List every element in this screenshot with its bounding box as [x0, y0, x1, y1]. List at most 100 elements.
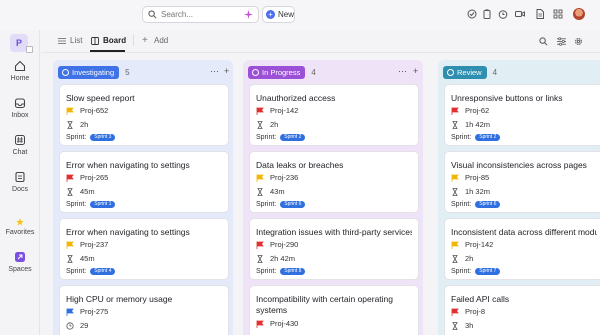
- task-id-row: Proj-652: [66, 106, 108, 115]
- task-card[interactable]: Unauthorized access Proj-142 2h Sprint: S…: [249, 84, 419, 146]
- board-column-in-progress: In Progress 4 ⋯ + Unauthorized access Pr…: [243, 60, 423, 335]
- search-input[interactable]: Search...: [142, 6, 259, 23]
- document-icon[interactable]: [535, 9, 545, 19]
- sidebar-item-home[interactable]: Home: [0, 60, 40, 82]
- new-button[interactable]: + New: [262, 6, 295, 23]
- more-options-icon[interactable]: ⋯: [398, 66, 407, 77]
- time-estimate: 29: [80, 321, 89, 330]
- more-options-icon[interactable]: ⋯: [210, 66, 219, 77]
- clipboard-icon[interactable]: [482, 9, 492, 19]
- add-task-icon[interactable]: +: [413, 66, 418, 76]
- task-card[interactable]: Error when navigating to settings Proj-2…: [59, 151, 229, 213]
- grid-apps-icon[interactable]: [553, 9, 563, 19]
- sprint-row: Sprint: Sprint 6: [256, 201, 306, 208]
- task-id: Proj-652: [80, 106, 109, 115]
- time-estimate: 45m: [80, 187, 95, 196]
- sprint-tag[interactable]: Sprint 6: [475, 201, 501, 208]
- user-avatar[interactable]: [573, 8, 585, 20]
- add-view-button[interactable]: + Add: [142, 35, 168, 45]
- sprint-row: Sprint: Sprint 6: [451, 201, 501, 208]
- status-icon: [252, 69, 259, 76]
- sprint-tag[interactable]: Sprint 2: [475, 134, 501, 141]
- task-card[interactable]: Slow speed report Proj-652 2h Sprint: Spr…: [59, 84, 229, 146]
- hourglass-icon: [257, 254, 263, 263]
- tab-list[interactable]: List: [58, 36, 82, 45]
- filter-sliders-icon[interactable]: [557, 37, 566, 46]
- task-id-row: Proj-142: [256, 106, 298, 115]
- task-id-row: Proj-85: [451, 173, 489, 182]
- time-estimate: 2h: [80, 120, 89, 129]
- task-card[interactable]: Unresponsive buttons or links Proj-62 1h…: [444, 84, 600, 146]
- search-placeholder: Search...: [161, 10, 194, 19]
- sprint-tag[interactable]: Sprint 7: [475, 268, 501, 275]
- hourglass-icon: [257, 187, 263, 196]
- hourglass-icon: [67, 187, 73, 196]
- board-column-review: Review 4 Unresponsive buttons or links P…: [438, 60, 600, 335]
- sidebar-item-favorites[interactable]: Favorites: [0, 218, 40, 236]
- task-card[interactable]: Inconsistent data across different modul…: [444, 218, 600, 280]
- time-estimate: 1h 42m: [465, 120, 491, 129]
- new-button-label: New: [277, 10, 294, 19]
- sprint-label: Sprint:: [451, 201, 472, 208]
- status-badge[interactable]: In Progress: [248, 66, 306, 79]
- tab-board-label: Board: [103, 36, 127, 45]
- star-icon: [16, 218, 24, 226]
- task-id: Proj-265: [80, 173, 109, 182]
- ai-sparkle-icon[interactable]: [244, 10, 253, 19]
- sprint-tag[interactable]: Sprint 3: [90, 134, 116, 141]
- clock-icon[interactable]: [498, 9, 508, 19]
- sprint-tag[interactable]: Sprint 8: [280, 268, 306, 275]
- sprint-label: Sprint:: [256, 268, 277, 275]
- estimate-row: 3h: [451, 321, 473, 330]
- task-card[interactable]: High CPU or memory usage Proj-275 29: [59, 285, 229, 335]
- sprint-tag[interactable]: Sprint 4: [90, 268, 116, 275]
- time-estimate: 2h: [465, 254, 474, 263]
- sprint-tag[interactable]: Sprint 2: [280, 134, 306, 141]
- video-icon[interactable]: [515, 9, 525, 19]
- task-card[interactable]: Incompatibility with certain operating s…: [249, 285, 419, 335]
- status-badge[interactable]: Review: [443, 66, 487, 79]
- sprint-row: Sprint: Sprint 2: [256, 134, 306, 141]
- task-card[interactable]: Data leaks or breaches Proj-236 43m Spri…: [249, 151, 419, 213]
- task-card[interactable]: Integration issues with third-party serv…: [249, 218, 419, 280]
- task-title: Incompatibility with certain operating s…: [256, 294, 394, 315]
- task-title: Unresponsive buttons or links: [451, 93, 563, 103]
- sidebar-item-spaces[interactable]: Spaces: [0, 251, 40, 273]
- task-card[interactable]: Failed API calls Proj-8 3h: [444, 285, 600, 335]
- task-title: Error when navigating to settings: [66, 160, 190, 170]
- sidebar-item-label: Docs: [12, 186, 28, 193]
- task-title: Inconsistent data across different modul…: [451, 227, 597, 237]
- sprint-label: Sprint:: [256, 134, 277, 141]
- sidebar-item-chat[interactable]: Chat: [0, 134, 40, 156]
- add-task-icon[interactable]: +: [224, 66, 229, 76]
- task-id-row: Proj-237: [66, 240, 108, 249]
- status-badge[interactable]: Investigating: [58, 66, 120, 79]
- search-icon[interactable]: [539, 37, 548, 46]
- sidebar-item-label: Inbox: [11, 112, 29, 119]
- sprint-tag[interactable]: Sprint 6: [280, 201, 306, 208]
- task-id: Proj-290: [270, 240, 299, 249]
- settings-gear-icon[interactable]: [574, 37, 583, 46]
- flag-icon: [66, 174, 74, 182]
- task-title: Visual inconsistencies across pages: [451, 160, 587, 170]
- task-card[interactable]: Visual inconsistencies across pages Proj…: [444, 151, 600, 213]
- flag-icon: [451, 241, 459, 249]
- sprint-row: Sprint: Sprint 8: [256, 268, 306, 275]
- task-title: High CPU or memory usage: [66, 294, 173, 304]
- sprint-tag[interactable]: Sprint 1: [90, 201, 116, 208]
- task-card[interactable]: Error when navigating to settings Proj-2…: [59, 218, 229, 280]
- sidebar-item-inbox[interactable]: Inbox: [0, 97, 40, 119]
- flag-icon: [451, 174, 459, 182]
- task-title: Failed API calls: [451, 294, 510, 304]
- status-icon: [447, 69, 454, 76]
- sidebar-item-docs[interactable]: Docs: [0, 171, 40, 193]
- task-id: Proj-430: [270, 319, 299, 328]
- timer-icon: [66, 321, 74, 330]
- document-icon: [15, 171, 25, 183]
- time-estimate: 1h 32m: [465, 187, 491, 196]
- tab-board[interactable]: Board: [91, 36, 126, 45]
- check-circle-icon[interactable]: [467, 9, 477, 19]
- task-count: 4: [492, 68, 498, 77]
- estimate-row: 43m: [256, 187, 285, 196]
- workspace-dropdown-icon[interactable]: [26, 46, 33, 53]
